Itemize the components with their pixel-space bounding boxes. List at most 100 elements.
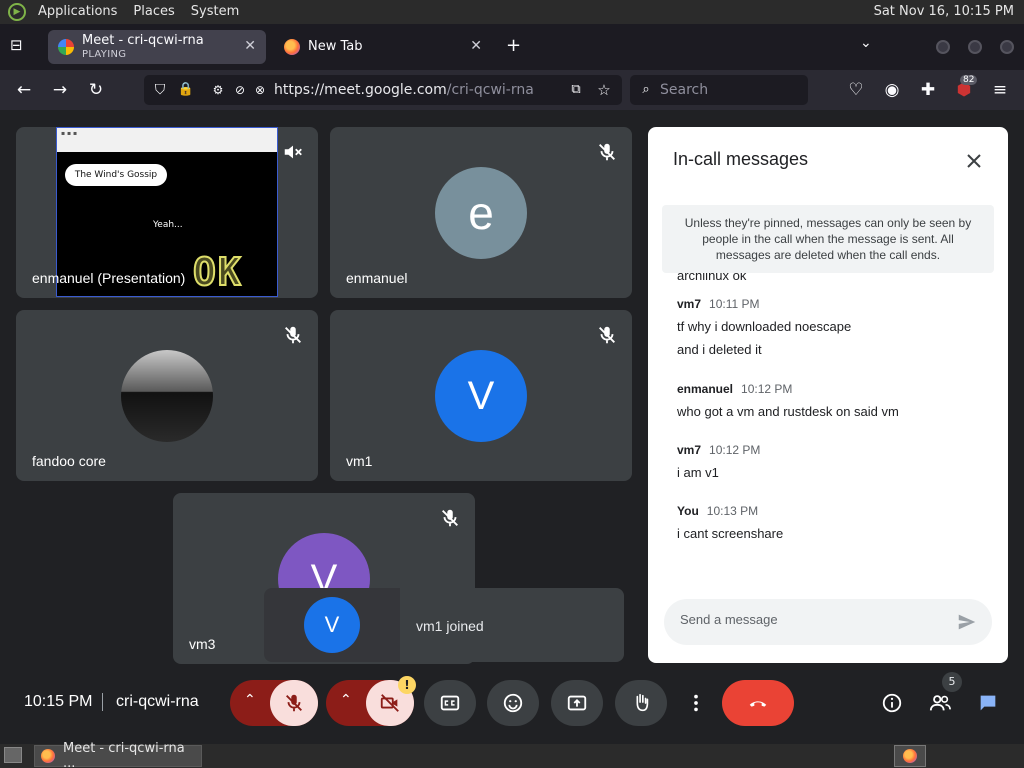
tab-meet[interactable]: Meet - cri-qcwi-rna PLAYING ✕ (48, 30, 266, 64)
more-options-button[interactable] (678, 680, 714, 726)
taskbar-window-title: Meet - cri-qcwi-rna ... (62, 741, 185, 768)
close-tab-icon[interactable]: ✕ (244, 38, 256, 54)
permissions-icon[interactable]: ⚙ (206, 78, 230, 102)
video-options-chevron-icon[interactable]: ⌃ (340, 692, 352, 708)
reactions-button[interactable] (487, 680, 539, 726)
search-bar[interactable]: ⌕ Search (630, 75, 808, 105)
presentation-overlay-text: OK (192, 249, 243, 295)
message-sender: You (677, 504, 699, 518)
show-desktop-icon[interactable] (4, 747, 22, 763)
leave-call-button[interactable] (722, 680, 794, 726)
mic-off-icon (286, 694, 302, 712)
participant-tile-vm1[interactable]: V vm1 (330, 310, 632, 481)
participant-tile-enmanuel[interactable]: e enmanuel (330, 127, 632, 298)
account-icon[interactable]: ◉ (880, 78, 904, 102)
back-icon[interactable]: ← (12, 78, 36, 102)
tracking-shield-icon[interactable]: ⛉ (148, 78, 172, 102)
mic-toggle-button[interactable] (270, 680, 318, 726)
message-group: You 10:13 PM i cant screenshare (677, 504, 783, 549)
end-call-icon (749, 701, 767, 707)
message-time: 10:12 PM (709, 443, 761, 457)
participants-count-badge: 5 (942, 672, 962, 692)
message-time: 10:11 PM (709, 297, 760, 311)
message-sender: vm7 (677, 443, 702, 457)
maximize-window-icon[interactable] (968, 40, 982, 54)
present-button[interactable] (551, 680, 603, 726)
in-call-messages-panel: In-call messages Unless they're pinned, … (648, 127, 1008, 663)
microphone-control: ⌃ (230, 680, 318, 726)
url-bar[interactable]: ⛉ 🔒 ⚙ ⊘ ⊗ https://meet.google.com/cri-qc… (144, 75, 622, 105)
new-tab-icon[interactable]: + (506, 35, 521, 56)
tab-strip: ⊟ Meet - cri-qcwi-rna PLAYING ✕ New Tab … (0, 24, 1024, 70)
message-time: 10:13 PM (706, 504, 759, 518)
mic-off-icon (599, 326, 615, 344)
chevron-down-icon[interactable]: ⌄ (860, 35, 872, 51)
message-input-box (664, 599, 992, 645)
taskbar-window-item[interactable]: Meet - cri-qcwi-rna ... (34, 741, 202, 768)
message-text: tf why i downloaded noescape (677, 319, 852, 334)
more-vert-icon (694, 694, 698, 712)
tab-new-tab[interactable]: New Tab ✕ (274, 30, 492, 64)
panel-clock[interactable]: Sat Nov 16, 10:15 PM (874, 0, 1014, 24)
close-tab-icon[interactable]: ✕ (470, 38, 482, 54)
search-placeholder: Search (660, 82, 709, 98)
audio-options-chevron-icon[interactable]: ⌃ (244, 692, 256, 708)
tab-title: Meet - cri-qcwi-rna (82, 32, 204, 48)
participant-name: vm1 (346, 453, 373, 469)
send-icon[interactable] (956, 611, 978, 633)
participant-name: vm3 (189, 636, 216, 652)
chat-notice: Unless they're pinned, messages can only… (662, 205, 994, 273)
pocket-icon[interactable]: ♡ (844, 78, 868, 102)
camera-off-icon (380, 694, 399, 712)
forward-icon[interactable]: → (48, 78, 72, 102)
menu-system[interactable]: System (183, 0, 247, 24)
present-screen-icon (567, 695, 587, 711)
distro-logo-icon[interactable]: ▶ (8, 3, 26, 21)
join-notification: V vm1 joined (264, 588, 624, 662)
app-menu-icon[interactable]: ≡ (988, 78, 1012, 102)
message-text: i cant screenshare (677, 526, 784, 541)
mic-off-icon (599, 143, 615, 161)
tab-list-icon[interactable]: ⊟ (10, 36, 23, 54)
participant-tile-fandoo-core[interactable]: fandoo core (16, 310, 318, 481)
bookmark-star-icon[interactable]: ☆ (592, 78, 616, 102)
message-input[interactable] (680, 612, 940, 627)
close-window-icon[interactable] (1000, 40, 1014, 54)
firefox-icon (903, 749, 917, 763)
message-text: archlinux ok (677, 273, 747, 283)
meeting-details-button[interactable] (872, 680, 912, 726)
message-time: 10:12 PM (741, 382, 793, 396)
panel-title: In-call messages (673, 149, 809, 169)
screen-sharing-indicator-icon[interactable]: ⧉ (564, 78, 588, 102)
chat-button[interactable] (968, 680, 1008, 726)
meet-area: ▪ ▪ ▪ The Wind's Gossip Yeah... OK enman… (0, 110, 1024, 744)
workspace-switcher[interactable] (894, 745, 926, 767)
extensions-icon[interactable]: ✚ (916, 78, 940, 102)
message-sender: enmanuel (677, 382, 734, 396)
lock-icon[interactable]: 🔒 (174, 78, 198, 102)
menu-places[interactable]: Places (125, 0, 182, 24)
screen-share-blocked-icon[interactable]: ⊗ (248, 78, 272, 102)
raise-hand-button[interactable] (615, 680, 667, 726)
url-text[interactable]: https://meet.google.com/cri-qcwi-rna (274, 82, 534, 98)
minimize-window-icon[interactable] (936, 40, 950, 54)
camera-warning-badge: ! (398, 676, 416, 694)
captions-button[interactable] (424, 680, 476, 726)
info-icon (882, 693, 902, 713)
firefox-favicon-icon (284, 39, 300, 55)
close-icon[interactable] (962, 149, 986, 173)
avatar: e (435, 167, 527, 259)
participant-tile-presentation[interactable]: ▪ ▪ ▪ The Wind's Gossip Yeah... OK enman… (16, 127, 318, 298)
menu-applications[interactable]: Applications (30, 0, 125, 24)
message-group: enmanuel 10:12 PM who got a vm and rustde… (677, 382, 899, 427)
mic-off-icon (285, 326, 301, 344)
message-sender: vm7 (677, 297, 702, 311)
control-bar: 10:15 PM cri-qcwi-rna ⌃ ⌃ ! 5 (0, 672, 1024, 728)
firefox-icon (41, 749, 55, 763)
presentation-bubble: The Wind's Gossip (65, 164, 167, 186)
message-list[interactable]: archlinux ok vm7 10:11 PM tf why i downlo… (648, 273, 1008, 583)
meeting-code[interactable]: cri-qcwi-rna (116, 693, 199, 711)
tab-title: New Tab (308, 38, 363, 54)
message-text: i am v1 (677, 465, 719, 480)
reload-icon[interactable]: ↻ (84, 78, 108, 102)
